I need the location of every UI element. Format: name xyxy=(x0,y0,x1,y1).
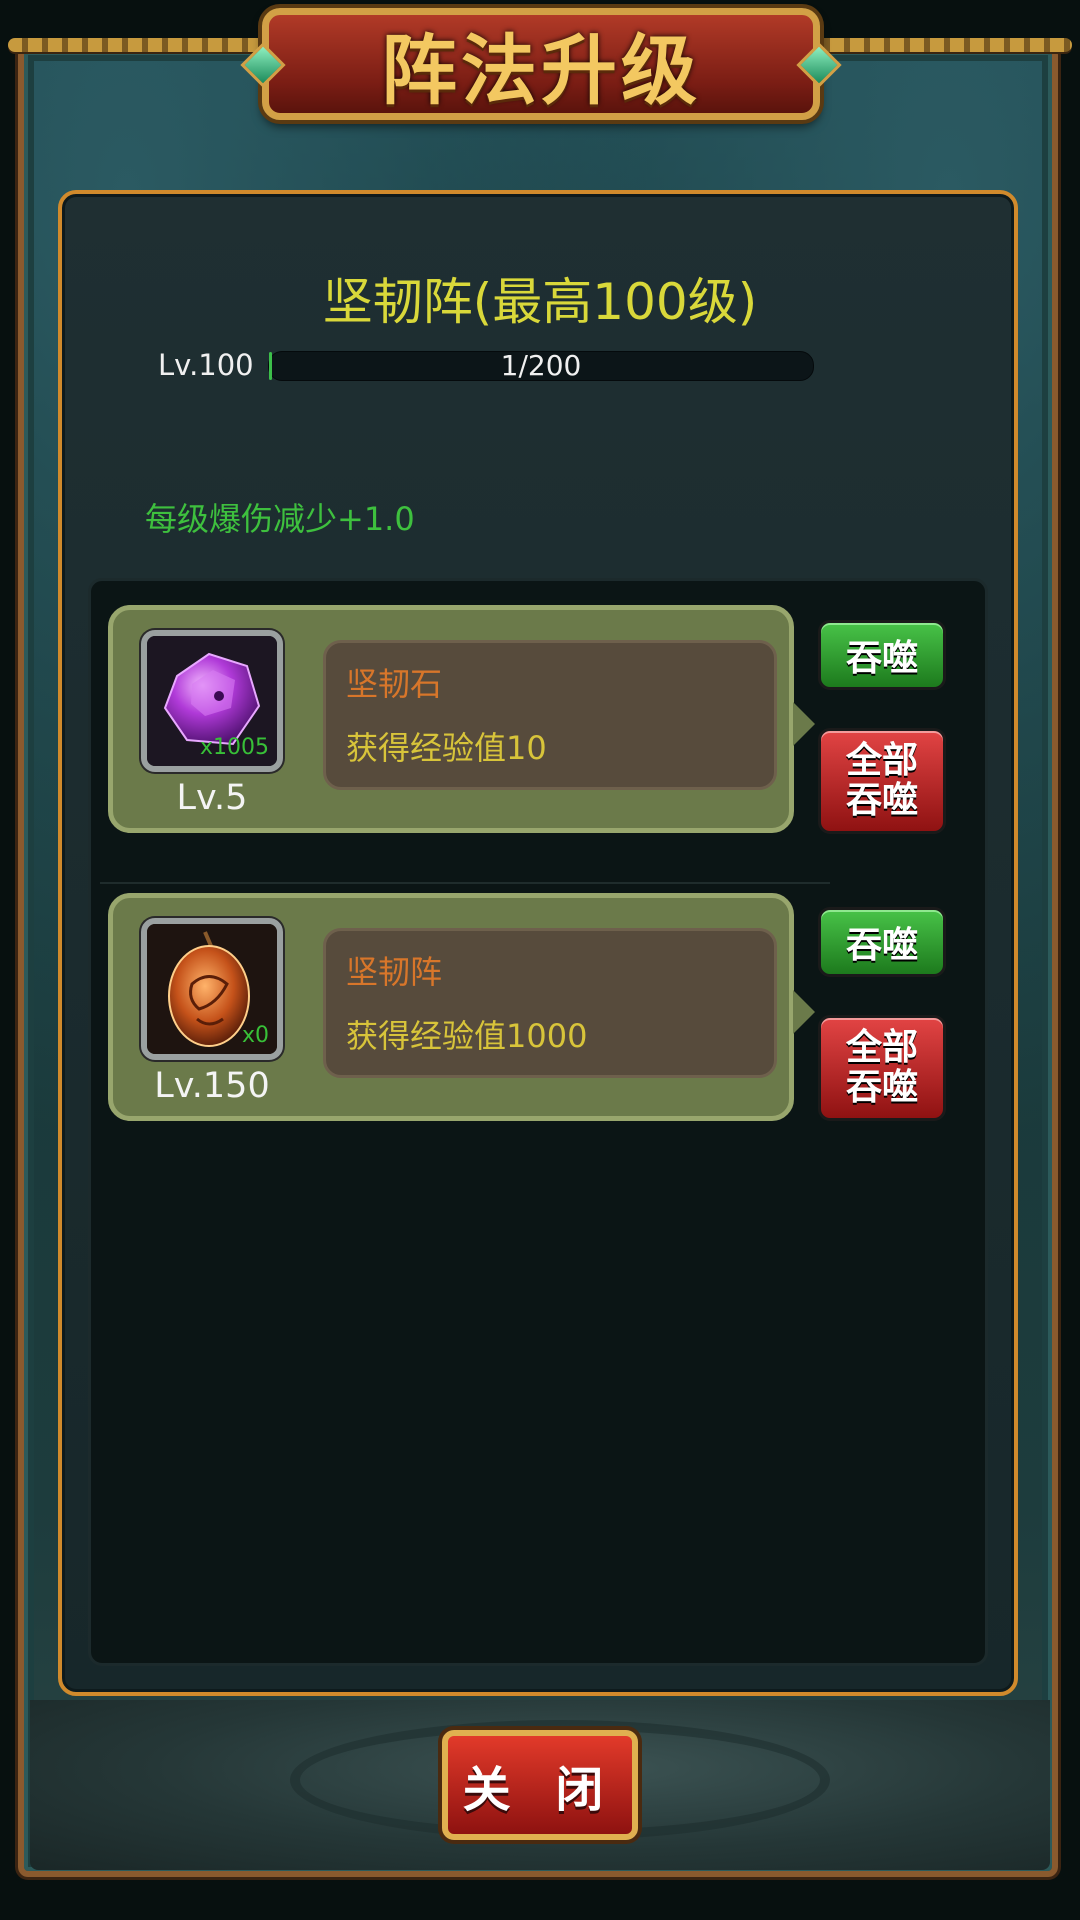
item-description-box: 坚韧阵 获得经验值1000 xyxy=(323,928,777,1078)
formation-level: Lv.100 xyxy=(158,348,254,382)
window-title: 阵法升级 xyxy=(381,26,701,115)
item-exp-text: 获得经验值1000 xyxy=(346,1017,588,1055)
item-name: 坚韧阵 xyxy=(346,953,443,991)
devour-all-label-line2: 吞噬 xyxy=(845,1067,918,1108)
close-button[interactable]: 关 闭 xyxy=(442,1730,638,1840)
list-item: x1005 Lv.5 坚韧石 获得经验值10 xyxy=(108,605,815,833)
item-description-box: 坚韧石 获得经验值10 xyxy=(323,640,777,790)
title-banner: 阵法升级 xyxy=(240,8,842,120)
formation-title: 坚韧阵(最高100级) xyxy=(322,273,758,331)
list-divider xyxy=(100,882,830,884)
list-item: x0 Lv.150 坚韧阵 获得经验值1000 xyxy=(108,893,815,1121)
devour-button[interactable]: 吞噬 xyxy=(818,907,946,977)
close-button-label: 关 闭 xyxy=(462,1762,618,1818)
rope-rail-left xyxy=(8,38,270,52)
exp-progress-text: 1/200 xyxy=(500,349,582,382)
item-level: Lv.150 xyxy=(154,1066,270,1106)
item-slot[interactable]: x0 xyxy=(141,918,283,1060)
item-exp-text: 获得经验值10 xyxy=(346,729,547,767)
devour-all-label-line2: 吞噬 xyxy=(845,780,918,821)
devour-all-button[interactable]: 全部 吞噬 xyxy=(818,1015,946,1121)
devour-button[interactable]: 吞噬 xyxy=(818,620,946,690)
item-level: Lv.5 xyxy=(176,778,248,818)
devour-button-label: 吞噬 xyxy=(845,925,918,966)
rope-rail-right xyxy=(810,38,1072,52)
exp-progress-bar: 1/200 xyxy=(268,351,814,381)
devour-button-label: 吞噬 xyxy=(845,638,918,679)
devour-all-label-line1: 全部 xyxy=(845,740,918,781)
item-slot[interactable]: x1005 xyxy=(141,630,283,772)
item-name: 坚韧石 xyxy=(346,665,443,703)
level-bonus-text: 每级爆伤减少+1.0 xyxy=(145,500,415,538)
devour-all-label-line1: 全部 xyxy=(845,1027,918,1068)
devour-all-button[interactable]: 全部 吞噬 xyxy=(818,728,946,834)
item-count: x1005 xyxy=(199,735,269,760)
item-count: x0 xyxy=(241,1023,269,1048)
